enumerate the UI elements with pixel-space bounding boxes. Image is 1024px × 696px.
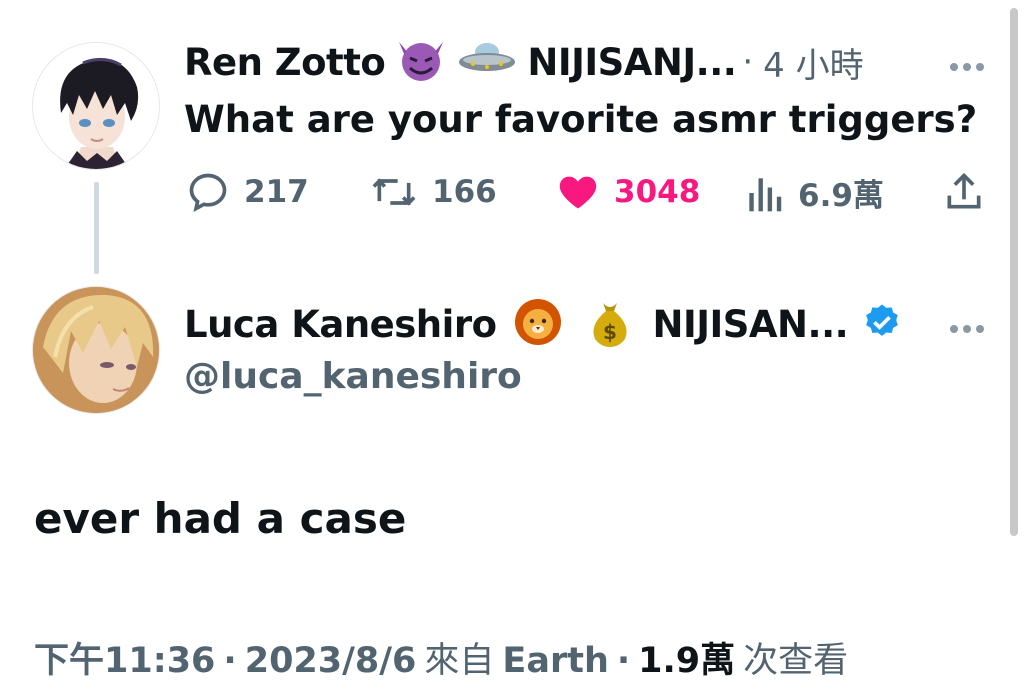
heart-filled-icon: [559, 176, 597, 209]
reply-name-suffix[interactable]: NIJISAN...: [653, 303, 849, 346]
smiling-imp-emoji: [395, 38, 447, 86]
reply-icon: [189, 173, 227, 212]
from-label: 來自: [424, 641, 495, 681]
separator-dot: ·: [742, 42, 754, 82]
parent-tweet-header: Ren Zotto NIJISANJ... · 4 小時: [184, 38, 864, 86]
share-icon: [947, 172, 981, 209]
money-bag-emoji: $: [587, 297, 633, 351]
avatar-ren-zotto[interactable]: [32, 42, 160, 170]
reply-tweet-header: Luca Kaneshiro $ NIJISAN...: [184, 297, 902, 351]
views-chart-icon: [749, 177, 782, 211]
verified-badge-icon: [862, 302, 902, 346]
ufo-emoji: [457, 40, 517, 84]
parent-tweet-time[interactable]: 4 小時: [763, 38, 863, 87]
reply-count: 217: [244, 174, 309, 210]
lion-emoji: [511, 297, 565, 351]
views-count: 6.9萬: [798, 178, 884, 214]
thread-connector-line: [94, 182, 99, 274]
tweet-source: Earth: [502, 641, 609, 681]
retweet-count: 166: [432, 174, 497, 210]
parent-more-icon[interactable]: [950, 56, 990, 71]
like-count: 3048: [614, 174, 701, 210]
meta-separator: ·: [223, 641, 237, 681]
reply-display-name[interactable]: Luca Kaneshiro: [184, 303, 497, 346]
like-action[interactable]: 3048: [556, 170, 700, 214]
parent-display-name[interactable]: Ren Zotto: [184, 41, 386, 84]
meta-separator: ·: [616, 641, 631, 681]
scrollbar[interactable]: [1010, 8, 1018, 536]
retweet-action[interactable]: 166: [370, 170, 497, 214]
tweet-time[interactable]: 下午11:36: [34, 632, 215, 683]
reply-handle[interactable]: @luca_kaneshiro: [184, 356, 522, 397]
share-action[interactable]: [942, 170, 986, 218]
retweet-icon: [372, 178, 416, 206]
reply-action[interactable]: 217: [186, 170, 309, 214]
avatar-luca-kaneshiro[interactable]: [32, 286, 160, 414]
parent-name-suffix[interactable]: NIJISANJ...: [527, 41, 736, 84]
parent-tweet-text: What are your favorite asmr triggers?: [184, 98, 978, 141]
views-action[interactable]: 6.9萬: [744, 170, 884, 215]
svg-text:$: $: [603, 320, 617, 344]
reply-tweet-text: ever had a case: [34, 494, 407, 543]
tweet-meta-line: 下午11:36 · 2023/8/6 來自 Earth · 1.9萬 次查看: [34, 632, 848, 683]
views-label: 次查看: [743, 641, 849, 681]
reply-more-icon[interactable]: [950, 318, 990, 333]
tweet-date[interactable]: 2023/8/6: [245, 641, 417, 681]
tweet-view-count[interactable]: 1.9萬: [638, 632, 735, 683]
